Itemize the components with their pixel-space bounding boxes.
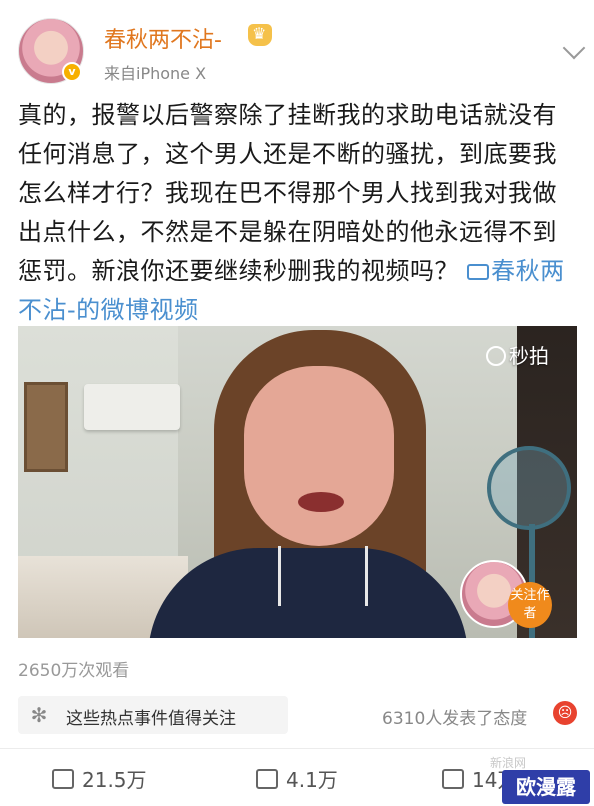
miaopai-label: 秒拍 [509,344,549,368]
divider [0,748,594,749]
angry-emoji-icon[interactable]: ☹ [553,701,577,725]
video-fan [487,446,571,530]
miaopai-icon [486,346,506,366]
post-header: v 春秋两不沾- 来自iPhone X [0,0,594,92]
comment-icon [256,769,278,789]
brand-logo: 欧漫露 [502,770,590,804]
chevron-down-icon[interactable] [562,36,586,60]
verified-badge-icon: v [62,62,82,82]
video-player[interactable]: 秒拍 关注作者 [18,326,577,638]
repost-icon [52,769,74,789]
username[interactable]: 春秋两不沾- [104,22,222,54]
hot-topic-banner[interactable]: ✻ 这些热点事件值得关注 [18,696,288,734]
faint-watermark: 新浪网 [490,756,527,770]
video-person-collar [278,546,368,606]
post-source: 来自iPhone X [104,64,207,83]
view-count: 2650万次观看 [18,661,130,681]
post-body: 真的，报警以后警察除了挂断我的求助电话就没有任何消息了，这个男人还是不断的骚扰，… [18,96,578,330]
video-wall-picture [24,382,68,472]
comment-count: 4.1万 [286,768,338,792]
video-air-conditioner [84,384,180,430]
video-person-face [244,366,394,546]
repost-count: 21.5万 [82,768,147,792]
hot-topic-icon: ✻ [30,703,48,727]
hot-topic-text: 这些热点事件值得关注 [66,709,236,729]
miaopai-watermark: 秒拍 [486,340,549,369]
video-link-icon [467,264,490,280]
repost-button[interactable]: 21.5万 [52,764,147,792]
like-icon [442,769,464,789]
attitude-count[interactable]: 6310人发表了态度 [382,704,527,729]
comment-button[interactable]: 4.1万 [256,764,338,792]
video-person-mouth [298,492,344,512]
crown-icon [248,24,272,46]
follow-author-button[interactable]: 关注作者 [508,582,552,628]
